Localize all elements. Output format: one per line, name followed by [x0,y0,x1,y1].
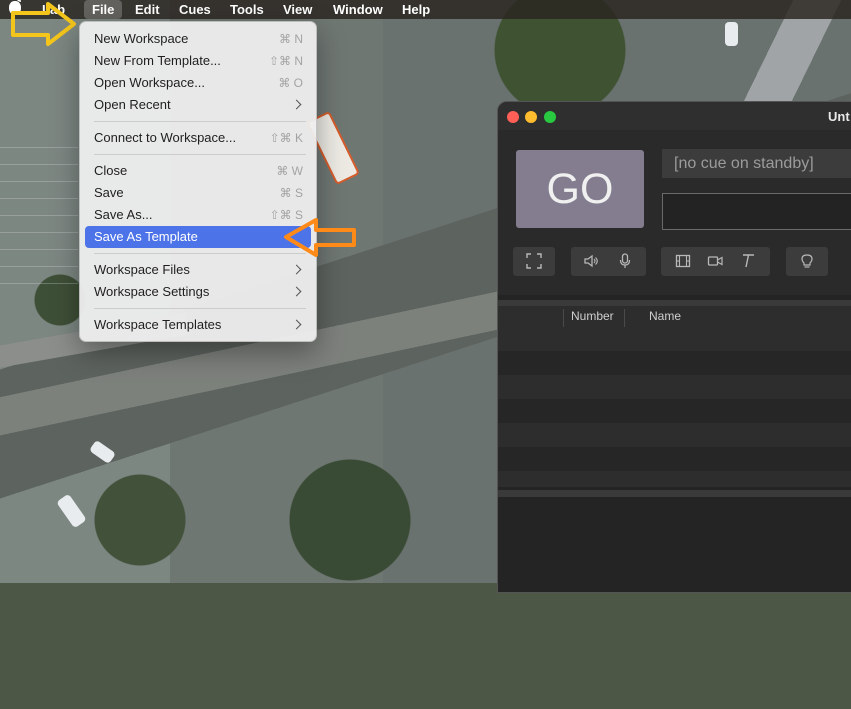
column-header-name[interactable]: Name [649,309,681,323]
menu-tools[interactable]: Tools [222,0,272,19]
cue-list-empty-rows[interactable] [498,327,851,487]
menu-item-close[interactable]: Close ⌘ W [85,160,311,182]
menu-item-workspace-templates[interactable]: Workspace Templates [85,314,311,336]
close-window-icon[interactable] [507,111,519,123]
video-camera-icon [707,256,723,266]
menu-file[interactable]: File [84,0,123,19]
wallpaper-car [725,22,738,46]
menu-separator [94,308,306,309]
menu-item-connect-to-workspace[interactable]: Connect to Workspace... ⇧⌘ K [85,127,311,149]
wallpaper-parking-lot [0,140,78,300]
menu-item-open-workspace[interactable]: Open Workspace... ⌘ O [85,72,311,94]
menu-cues[interactable]: Cues [171,0,219,19]
chevron-right-icon [291,286,302,297]
menu-item-new-from-template[interactable]: New From Template... ⇧⌘ N [85,50,311,72]
menu-item-save[interactable]: Save ⌘ S [85,182,311,204]
film-icon [675,254,691,268]
menu-separator [94,154,306,155]
menu-separator [94,253,306,254]
standby-cue-display: [no cue on standby] [662,149,851,178]
qlab-workspace-window: Unt GO [no cue on standby] Number Name [497,101,851,593]
window-title: Unt [828,109,850,124]
zoom-window-icon[interactable] [544,111,556,123]
menu-help[interactable]: Help [394,0,438,19]
menu-bar: Lab File Edit Cues Tools View Window Hel… [0,0,851,19]
menu-item-open-recent[interactable]: Open Recent [85,94,311,116]
yellow-annotation-arrow-icon [11,2,76,46]
light-bulb-icon [801,254,813,268]
menu-item-workspace-settings[interactable]: Workspace Settings [85,281,311,303]
menu-item-save-as[interactable]: Save As... ⇧⌘ S [85,204,311,226]
menu-view[interactable]: View [275,0,320,19]
minimize-window-icon[interactable] [525,111,537,123]
window-titlebar[interactable]: Unt [498,102,851,130]
go-button[interactable]: GO [516,150,644,228]
speaker-icon [584,254,598,268]
menu-edit[interactable]: Edit [127,0,168,19]
cue-notes-field[interactable] [662,193,851,230]
text-icon [743,254,754,268]
cue-list-divider [498,490,851,497]
file-menu-dropdown: New Workspace ⌘ N New From Template... ⇧… [79,21,317,342]
menu-item-workspace-files[interactable]: Workspace Files [85,259,311,281]
menu-window[interactable]: Window [325,0,391,19]
orange-annotation-arrow-icon [284,218,356,257]
microphone-icon [619,253,631,268]
column-header-number[interactable]: Number [571,309,614,323]
chevron-right-icon [291,319,302,330]
chevron-right-icon [291,264,302,275]
fullscreen-icon [526,253,542,269]
cue-list-header: Number Name [498,300,851,330]
chevron-right-icon [291,99,302,110]
menu-item-new-workspace[interactable]: New Workspace ⌘ N [85,28,311,50]
menu-item-save-as-template[interactable]: Save As Template [85,226,311,248]
menu-separator [94,121,306,122]
